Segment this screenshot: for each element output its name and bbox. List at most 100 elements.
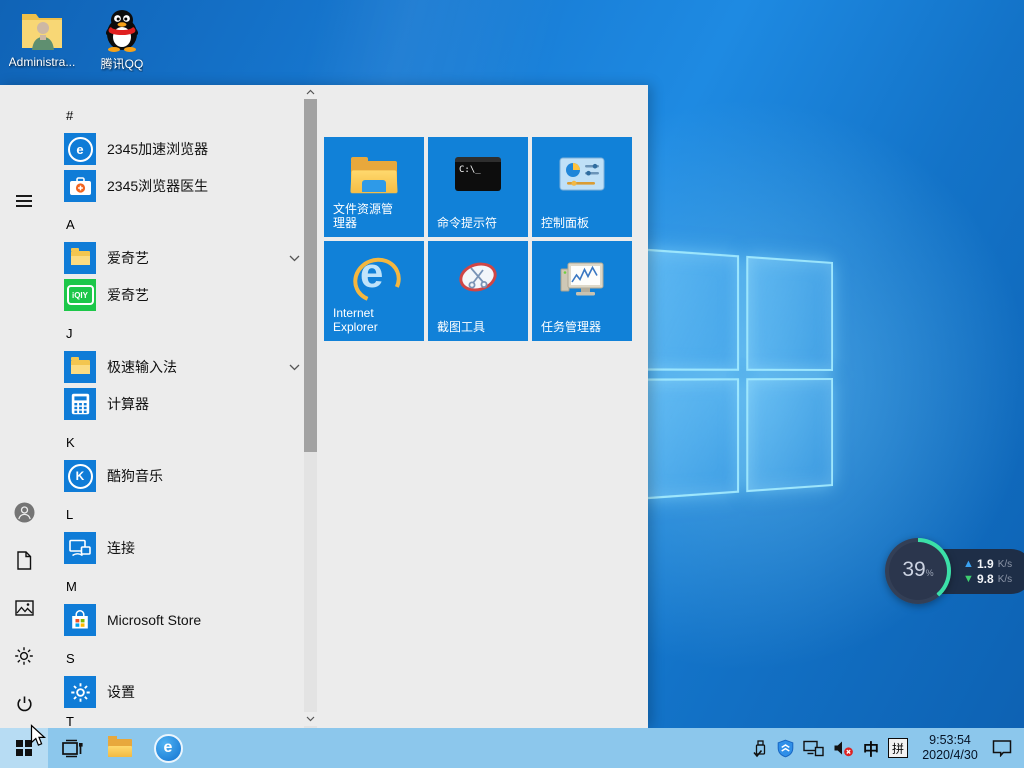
pictures-button[interactable] [0, 592, 48, 624]
app-list-item-iqiyi[interactable]: iQIY 爱奇艺 [64, 279, 304, 311]
upload-unit: K/s [998, 559, 1012, 570]
settings-app-icon [64, 676, 96, 708]
download-unit: K/s [998, 574, 1012, 585]
connect-icon [64, 532, 96, 564]
iqiyi-icon: iQIY [64, 279, 96, 311]
document-icon [16, 551, 32, 570]
section-letter: S [66, 651, 75, 666]
documents-button[interactable] [0, 544, 48, 576]
logo-pane [746, 378, 833, 493]
folder-group-icon [64, 351, 96, 383]
desktop-icon-qq[interactable]: 腾讯QQ [84, 8, 160, 72]
browser-e-icon: e [154, 734, 183, 763]
volume-muted-icon[interactable] [833, 739, 854, 757]
app-list-section[interactable]: A [66, 216, 304, 232]
folder-icon [108, 739, 132, 757]
download-arrow-icon: ▼ [963, 573, 973, 585]
upload-value: 1.9 [977, 557, 994, 571]
app-list-item-kugou[interactable]: K 酷狗音乐 [64, 460, 304, 492]
start-menu-rail [0, 85, 48, 728]
chevron-down-icon[interactable] [289, 255, 300, 262]
usb-device-icon[interactable] [753, 739, 768, 758]
taskbar-browser-button[interactable]: e [144, 728, 192, 768]
app-list-section[interactable]: # [66, 107, 304, 123]
user-folder-icon [18, 8, 66, 52]
usage-ring: 39 % [885, 538, 951, 604]
expand-menu-button[interactable] [0, 185, 48, 217]
app-list-section[interactable]: J [66, 325, 304, 341]
section-letter: M [66, 579, 77, 594]
download-value: 9.8 [977, 572, 994, 586]
ime-mode-indicator[interactable]: 拼 [888, 738, 908, 758]
tile-command-prompt[interactable]: C:\_ 命令提示符 [428, 137, 528, 237]
usage-percent-unit: % [926, 568, 934, 578]
control-panel-icon [532, 157, 632, 191]
user-account-button[interactable] [0, 496, 48, 528]
app-list-item-2345-browser[interactable]: e 2345加速浏览器 [64, 133, 304, 165]
taskbar-clock[interactable]: 9:53:54 2020/4/30 [917, 733, 983, 763]
download-speed-row: ▼ 9.8 K/s [963, 572, 1024, 586]
section-letter: K [66, 435, 75, 450]
ime-language-indicator[interactable]: 中 [863, 736, 879, 760]
app-list-section[interactable]: L [66, 506, 304, 522]
desktop-icon-label: Administra... [9, 55, 76, 69]
chevron-down-icon[interactable] [289, 364, 300, 371]
scroll-up-button[interactable] [304, 85, 317, 99]
task-manager-icon [532, 261, 632, 299]
section-letter: J [66, 326, 73, 341]
logo-pane [640, 248, 738, 370]
app-list: # e 2345加速浏览器 2345浏览器医生 A 爱奇艺 iQIY 爱奇艺 J… [64, 85, 304, 728]
task-view-button[interactable] [48, 728, 96, 768]
security-shield-icon[interactable] [777, 739, 794, 758]
snipping-tool-icon [428, 261, 528, 293]
network-icon[interactable] [803, 740, 824, 757]
calculator-icon [64, 388, 96, 420]
app-list-item-2345-doctor[interactable]: 2345浏览器医生 [64, 170, 304, 202]
system-tray: 中 拼 9:53:54 2020/4/30 [753, 728, 1024, 768]
usage-percent: 39 [902, 559, 925, 580]
power-icon [15, 695, 34, 714]
app-list-item-microsoft-store[interactable]: Microsoft Store [64, 604, 304, 636]
qq-penguin-icon [99, 8, 145, 52]
app-list-item-connect[interactable]: 连接 [64, 532, 304, 564]
desktop-wallpaper: Administra... 腾讯QQ # e 2345加速浏览器 2345浏览器… [0, 0, 1024, 768]
taskbar-file-explorer-button[interactable] [96, 728, 144, 768]
tile-control-panel[interactable]: 控制面板 [532, 137, 632, 237]
power-button[interactable] [0, 688, 48, 720]
start-tiles: 文件资源管理器 C:\_ 命令提示符 控制面板 e Internet Explo… [324, 137, 632, 341]
clock-time: 9:53:54 [917, 733, 983, 748]
app-list-section[interactable]: M [66, 578, 304, 594]
action-center-icon[interactable] [992, 739, 1012, 757]
app-list-scrollbar[interactable] [304, 85, 317, 728]
tile-snipping-tool[interactable]: 截图工具 [428, 241, 528, 341]
tile-internet-explorer[interactable]: e Internet Explorer [324, 241, 424, 341]
app-list-section[interactable]: S [66, 650, 304, 666]
pictures-icon [15, 600, 34, 616]
section-letter: # [66, 108, 73, 123]
taskbar: e 中 拼 9:53:54 2020/4/30 [0, 728, 1024, 768]
task-view-icon [61, 739, 84, 758]
mouse-cursor [30, 724, 48, 750]
app-list-item-calculator[interactable]: 计算器 [64, 388, 304, 420]
scrollbar-thumb[interactable] [304, 99, 317, 452]
app-list-folder-iqiyi[interactable]: 爱奇艺 [64, 242, 304, 274]
app-list-item-settings[interactable]: 设置 [64, 676, 304, 708]
logo-pane [640, 378, 738, 500]
scroll-down-button[interactable] [304, 712, 317, 726]
tile-file-explorer[interactable]: 文件资源管理器 [324, 137, 424, 237]
desktop-icon-administrator[interactable]: Administra... [4, 8, 80, 72]
internet-explorer-icon: e [324, 253, 424, 301]
user-avatar-icon [14, 502, 35, 523]
folder-group-icon [64, 242, 96, 274]
settings-rail-button[interactable] [0, 640, 48, 672]
app-list-folder-jisu-ime[interactable]: 极速输入法 [64, 351, 304, 383]
logo-pane [746, 256, 833, 371]
start-menu-panel: # e 2345加速浏览器 2345浏览器医生 A 爱奇艺 iQIY 爱奇艺 J… [0, 85, 648, 728]
app-list-section[interactable]: T [66, 713, 304, 728]
upload-speed-row: ▲ 1.9 K/s [963, 557, 1024, 571]
section-letter: T [66, 714, 74, 729]
gear-icon [14, 646, 34, 666]
app-list-section[interactable]: K [66, 434, 304, 450]
upload-arrow-icon: ▲ [963, 558, 973, 570]
tile-task-manager[interactable]: 任务管理器 [532, 241, 632, 341]
